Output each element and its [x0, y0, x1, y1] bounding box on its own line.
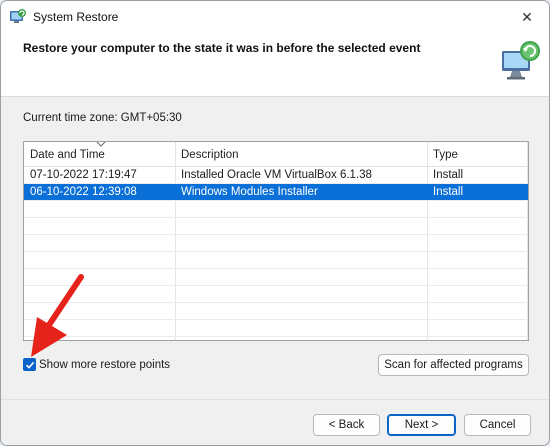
column-header-description[interactable]: Description [181, 149, 239, 161]
empty-row [24, 286, 528, 303]
cell-type: Install [433, 186, 464, 198]
show-more-restore-points[interactable]: Show more restore points [23, 358, 170, 371]
empty-row [24, 252, 528, 269]
checkmark-icon [25, 361, 34, 369]
next-button[interactable]: Next > [387, 414, 456, 436]
restore-points-list[interactable]: Date and Time Description Type 07-10-202… [23, 141, 529, 341]
back-button[interactable]: < Back [313, 414, 380, 436]
empty-row [24, 320, 528, 337]
close-icon: ✕ [521, 8, 533, 25]
cancel-button[interactable]: Cancel [464, 414, 531, 436]
window-title: System Restore [33, 10, 119, 24]
cell-type: Install [433, 169, 464, 181]
close-button[interactable]: ✕ [505, 1, 549, 33]
empty-row [24, 269, 528, 286]
empty-row [24, 303, 528, 320]
scan-affected-programs-button[interactable]: Scan for affected programs [378, 354, 529, 376]
system-restore-window: System Restore ✕ Restore your computer t… [0, 0, 550, 446]
red-arrow [31, 274, 84, 357]
column-header-type[interactable]: Type [433, 149, 458, 161]
timezone-label: Current time zone: GMT+05:30 [23, 112, 182, 124]
list-header: Date and Time Description Type [24, 142, 528, 167]
cell-description: Windows Modules Installer [181, 186, 318, 198]
cell-description: Installed Oracle VM VirtualBox 6.1.38 [181, 169, 372, 181]
system-restore-icon [10, 9, 26, 23]
table-row[interactable]: 07-10-2022 17:19:47 Installed Oracle VM … [24, 167, 528, 184]
footer-divider [1, 399, 549, 400]
header-text: Restore your computer to the state it wa… [23, 41, 421, 55]
empty-row [24, 218, 528, 235]
sort-caret-icon [96, 142, 106, 147]
empty-row [24, 235, 528, 252]
title-bar: System Restore ✕ [1, 1, 549, 33]
dialog-header: Restore your computer to the state it wa… [1, 33, 549, 97]
computer-restore-icon [502, 41, 540, 80]
column-header-date[interactable]: Date and Time [30, 149, 105, 161]
cell-date: 07-10-2022 17:19:47 [30, 169, 137, 181]
cell-date: 06-10-2022 12:39:08 [30, 186, 137, 198]
empty-row [24, 201, 528, 218]
show-more-checkbox[interactable] [23, 358, 36, 371]
checkbox-label: Show more restore points [39, 358, 171, 371]
table-row-selected[interactable]: 06-10-2022 12:39:08 Windows Modules Inst… [24, 184, 528, 201]
